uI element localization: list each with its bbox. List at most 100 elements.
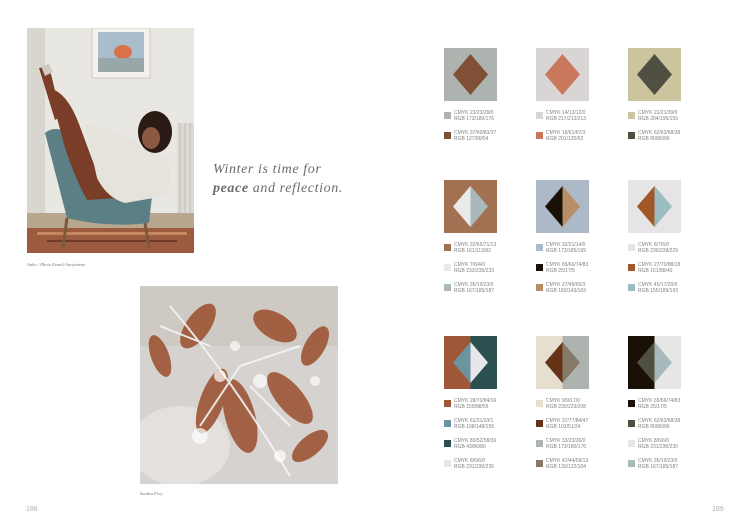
color-entry: CMYK 45/17/20/0 RGB 155/189/193 [628, 282, 698, 296]
color-chip [628, 112, 635, 119]
color-chip [628, 264, 635, 271]
quote-bold-word: peace [213, 181, 249, 196]
rgb-value: RGB 183/143/103 [546, 288, 587, 294]
color-entry: CMYK 61/31/33/1 RGB 108/148/158 [444, 418, 514, 432]
frosted-leaves-photo [140, 286, 338, 484]
color-chip [536, 400, 543, 407]
rgb-value: RGB 159/88/55 [454, 404, 489, 410]
color-entry: CMYK 65/66/74/83 RGB 25/17/5 [536, 262, 606, 276]
rgb-value: RGB 127/80/54 [454, 136, 489, 142]
color-entry: CMYK 33/23/26/0 RGB 173/180/176 [536, 438, 606, 452]
color-entry: CMYK 7/6/4/0 RGB 233/235/233 [444, 262, 514, 276]
palette-swatch-8 [536, 336, 589, 389]
rgb-value: RGB 231/230/236 [454, 464, 495, 470]
color-chip [536, 440, 543, 447]
color-chip [628, 132, 635, 139]
color-entry: CMYK 23/23/28/0 RGB 173/180/176 [444, 110, 514, 124]
color-chip [444, 112, 451, 119]
color-entry: CMYK 83/52/58/36 RGB 43/80/80 [444, 438, 514, 452]
rgb-value: RGB 133/122/104 [546, 464, 587, 470]
rgb-value: RGB 25/17/5 [546, 268, 575, 274]
rgb-value: RGB 230/228/229 [638, 248, 679, 254]
rgb-value: RGB 80/80/66 [638, 424, 670, 430]
palette-swatch-6 [628, 180, 681, 233]
color-chip [444, 132, 451, 139]
color-entry: CMYK 18/61/67/3 RGB 201/120/92 [536, 130, 606, 144]
palette-swatch-7 [444, 336, 497, 389]
page-number-right: 189 [712, 506, 724, 513]
rgb-value: RGB 43/80/80 [454, 444, 486, 450]
color-chip [444, 440, 451, 447]
rgb-value: RGB 173/180/176 [454, 116, 495, 122]
color-chip [444, 420, 451, 427]
quote-line-2: peace and reflection. [213, 179, 383, 198]
color-chip [628, 440, 635, 447]
quote-rest: and reflection. [252, 181, 343, 196]
rgb-value: RGB 217/213/213 [546, 116, 587, 122]
portrait-caption: Aalto / Photo Eemeli Sarjaniemi [27, 262, 86, 267]
color-entry: CMYK 8/6/6/0 RGB 231/230/230 [628, 438, 698, 452]
pull-quote: Winter is time for peace and reflection. [213, 160, 383, 198]
color-chip [628, 284, 635, 291]
color-entry: CMYK 35/19/23/0 RGB 167/185/187 [628, 458, 698, 472]
color-chip [628, 400, 635, 407]
rgb-value: RGB 80/80/66 [638, 136, 670, 142]
palette-swatch-5 [536, 180, 589, 233]
leaves-caption: Sandra Frey [140, 491, 163, 496]
rgb-value: RGB 161/88/40 [638, 268, 673, 274]
color-chip [628, 244, 635, 251]
page-number-left: 188 [26, 506, 38, 513]
palette-swatch-2 [536, 48, 589, 101]
color-chip [444, 460, 451, 467]
rgb-value: RGB 161/113/82 [454, 248, 491, 254]
color-entry: CMYK 27/70/88/18 RGB 161/88/40 [628, 262, 698, 276]
color-entry: CMYK 62/63/68/38 RGB 80/80/66 [628, 130, 698, 144]
color-entry: CMYK 32/65/71/13 RGB 161/113/82 [444, 242, 514, 256]
color-entry: CMYK 27/49/65/3 RGB 183/143/103 [536, 282, 606, 296]
color-entry: CMYK 8/7/6/0 RGB 230/228/229 [628, 242, 698, 256]
color-chip [536, 420, 543, 427]
rgb-value: RGB 167/185/187 [454, 288, 495, 294]
color-entry: CMYK 37/60/83/37 RGB 127/80/54 [444, 130, 514, 144]
rgb-value: RGB 173/180/176 [546, 444, 587, 450]
palette-swatch-4 [444, 180, 497, 233]
color-entry: CMYK 62/63/68/38 RGB 80/80/66 [628, 418, 698, 432]
color-chip [444, 244, 451, 251]
palette-swatch-1 [444, 48, 497, 101]
color-entry: CMYK 14/13/12/0 RGB 217/213/213 [536, 110, 606, 124]
rgb-value: RGB 167/185/187 [638, 464, 679, 470]
color-entry: CMYK 65/66/74/83 RGB 25/17/5 [628, 398, 698, 412]
color-chip [628, 460, 635, 467]
palette-swatch-3 [628, 48, 681, 101]
color-chip [536, 244, 543, 251]
color-chip [536, 132, 543, 139]
color-entry: CMYK 8/6/6/0 RGB 231/230/236 [444, 458, 514, 472]
color-chip [444, 400, 451, 407]
rgb-value: RGB 204/195/159 [638, 116, 679, 122]
color-chip [536, 284, 543, 291]
palette-swatch-9 [628, 336, 681, 389]
color-chip [444, 264, 451, 271]
color-entry: CMYK 32/21/14/0 RGB 173/185/199 [536, 242, 606, 256]
color-entry: CMYK 28/70/84/16 RGB 159/88/55 [444, 398, 514, 412]
color-entry: CMYK 9/9/17/0 RGB 230/223/208 [536, 398, 606, 412]
rgb-value: RGB 231/230/230 [638, 444, 679, 450]
rgb-value: RGB 230/223/208 [546, 404, 587, 410]
color-chip [628, 420, 635, 427]
color-chip [536, 264, 543, 271]
rgb-value: RGB 108/148/158 [454, 424, 495, 430]
rgb-value: RGB 25/17/5 [638, 404, 667, 410]
rgb-value: RGB 233/235/233 [454, 268, 495, 274]
rgb-value: RGB 201/120/92 [546, 136, 584, 142]
color-entry: CMYK 21/21/39/0 RGB 204/195/159 [628, 110, 698, 124]
rgb-value: RGB 155/189/193 [638, 288, 679, 294]
portrait-photo [27, 28, 194, 253]
color-entry: CMYK 35/19/23/0 RGB 167/185/187 [444, 282, 514, 296]
quote-line-1: Winter is time for [213, 162, 322, 177]
rgb-value: RGB 173/185/199 [546, 248, 587, 254]
rgb-value: RGB 103/51/24 [546, 424, 581, 430]
color-chip [536, 112, 543, 119]
color-chip [444, 284, 451, 291]
color-entry: CMYK 47/44/59/13 RGB 133/122/104 [536, 458, 606, 472]
color-chip [536, 460, 543, 467]
